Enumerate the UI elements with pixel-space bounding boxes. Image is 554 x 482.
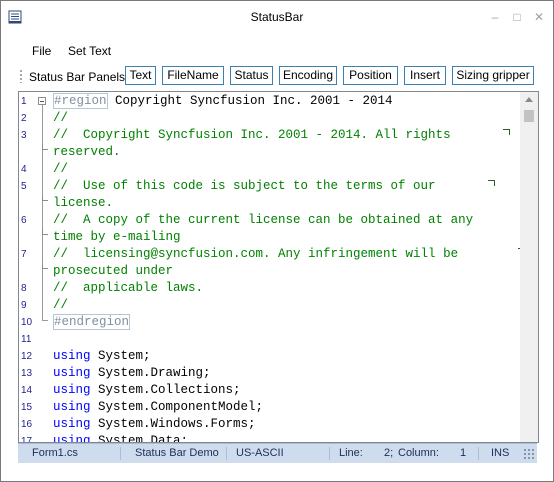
text-panel-button[interactable]: Text <box>125 66 156 85</box>
wrap-arrow-icon <box>503 129 510 135</box>
sizing-grip-handle[interactable] <box>523 448 534 459</box>
using-namespace: System.Windows.Forms; <box>90 417 256 431</box>
toolbar-grip-handle[interactable] <box>20 69 22 83</box>
code-editor[interactable]: 1 2 3 4 5 6 7 8 9 10 11 12 13 14 15 16 1… <box>18 91 539 443</box>
endregion-keyword: #endregion <box>53 314 131 330</box>
line-number: 7 <box>21 249 27 260</box>
line-number: 3 <box>21 130 27 141</box>
code-line: // applicable laws. <box>53 281 204 295</box>
status-bar: Form1.cs Status Bar Demo US-ASCII Line: … <box>18 443 537 463</box>
menu-file[interactable]: File <box>32 44 51 58</box>
line-number: 13 <box>21 368 33 379</box>
window-title: StatusBar <box>250 10 304 24</box>
status-column-label: Column: <box>398 447 439 459</box>
close-button[interactable]: ✕ <box>529 7 549 27</box>
code-line: using System.Data; <box>53 433 189 443</box>
status-panel-button[interactable]: Status <box>230 66 273 85</box>
code-line: // <box>53 162 69 176</box>
status-line-label: Line: <box>339 447 363 459</box>
status-line-value: 2; <box>384 447 394 459</box>
scroll-up-arrow-icon[interactable] <box>525 97 533 102</box>
line-number: 6 <box>21 215 27 226</box>
region-keyword: #region <box>53 93 108 109</box>
status-insert-mode: INS <box>491 447 510 459</box>
encoding-panel-button[interactable]: Encoding <box>279 66 337 85</box>
maximize-button[interactable]: □ <box>507 7 527 27</box>
using-keyword: using <box>53 383 91 397</box>
status-text: Status Bar Demo <box>135 447 219 459</box>
line-number: 2 <box>21 113 27 124</box>
code-line: #region Copyright Syncfusion Inc. 2001 -… <box>53 93 393 110</box>
using-keyword: using <box>53 400 91 414</box>
code-line: using System.Windows.Forms; <box>53 416 256 433</box>
region-title: Copyright Syncfusion Inc. 2001 - 2014 <box>107 94 393 108</box>
line-number: 16 <box>21 419 33 430</box>
status-separator <box>120 447 121 460</box>
line-number: 12 <box>21 351 33 362</box>
using-keyword: using <box>53 349 91 363</box>
filename-panel-button[interactable]: FileName <box>162 66 224 85</box>
code-line: reserved. <box>53 145 121 159</box>
fold-end-marker <box>42 320 48 321</box>
code-line: using System; <box>53 348 151 365</box>
wrap-continuation-icon <box>42 229 48 235</box>
minimize-button[interactable]: – <box>485 7 505 27</box>
using-namespace: System.ComponentModel; <box>90 400 264 414</box>
line-number: 9 <box>21 300 27 311</box>
line-number: 8 <box>21 283 27 294</box>
toolbar: Status Bar Panels: Text FileName Status … <box>1 64 553 89</box>
collapse-region-icon[interactable] <box>38 97 46 105</box>
using-namespace: System.Collections; <box>90 383 241 397</box>
line-number: 17 <box>21 436 33 443</box>
wrap-continuation-icon <box>42 144 48 150</box>
position-panel-button[interactable]: Position <box>343 66 398 85</box>
line-number: 15 <box>21 402 33 413</box>
status-separator <box>329 447 330 460</box>
editor-gutter: 1 2 3 4 5 6 7 8 9 10 11 12 13 14 15 16 1… <box>19 92 53 442</box>
fold-guide-line <box>42 105 43 320</box>
code-line: // Copyright Syncfusion Inc. 2001 - 2014… <box>53 128 451 142</box>
status-filename: Form1.cs <box>32 447 78 459</box>
code-line: // <box>53 111 69 125</box>
code-line: // Use of this code is subject to the te… <box>53 179 436 193</box>
status-encoding: US-ASCII <box>236 447 284 459</box>
code-line: // licensing@syncfusion.com. Any infring… <box>53 247 459 261</box>
main-window: StatusBar – □ ✕ File Set Text Status Bar… <box>0 0 554 482</box>
code-line: using System.Drawing; <box>53 365 211 382</box>
line-number: 4 <box>21 164 27 175</box>
code-line: prosecuted under <box>53 264 174 278</box>
wrap-continuation-icon <box>42 195 48 201</box>
scrollbar-thumb[interactable] <box>524 110 534 122</box>
using-keyword: using <box>53 417 91 431</box>
menu-bar: File Set Text <box>1 42 553 62</box>
vertical-scrollbar[interactable] <box>520 92 538 442</box>
using-keyword: using <box>53 366 91 380</box>
insert-panel-button[interactable]: Insert <box>404 66 446 85</box>
title-bar[interactable]: StatusBar – □ ✕ <box>1 1 553 33</box>
using-keyword: using <box>53 434 91 443</box>
menu-set-text[interactable]: Set Text <box>68 44 111 58</box>
code-line: // A copy of the current license can be … <box>53 213 474 227</box>
status-column-value: 1 <box>460 447 467 459</box>
status-separator <box>478 447 479 460</box>
code-lines[interactable]: #region Copyright Syncfusion Inc. 2001 -… <box>53 92 534 443</box>
sizing-gripper-panel-button[interactable]: Sizing gripper <box>452 66 534 85</box>
wrap-arrow-icon <box>488 180 495 186</box>
code-line: time by e-mailing <box>53 230 181 244</box>
toolbar-label: Status Bar Panels: <box>29 70 129 84</box>
using-namespace: System.Drawing; <box>90 366 211 380</box>
line-number: 14 <box>21 385 33 396</box>
using-namespace: System; <box>90 349 151 363</box>
line-number: 10 <box>21 317 33 328</box>
code-line: using System.ComponentModel; <box>53 399 263 416</box>
status-separator <box>226 447 227 460</box>
code-line: #endregion <box>53 314 131 331</box>
using-namespace: System.Data; <box>90 434 189 443</box>
wrap-continuation-icon <box>42 263 48 269</box>
code-line: license. <box>53 196 114 210</box>
line-number: 5 <box>21 181 27 192</box>
line-number: 11 <box>21 334 32 345</box>
code-line: // <box>53 298 69 312</box>
code-line: using System.Collections; <box>53 382 241 399</box>
